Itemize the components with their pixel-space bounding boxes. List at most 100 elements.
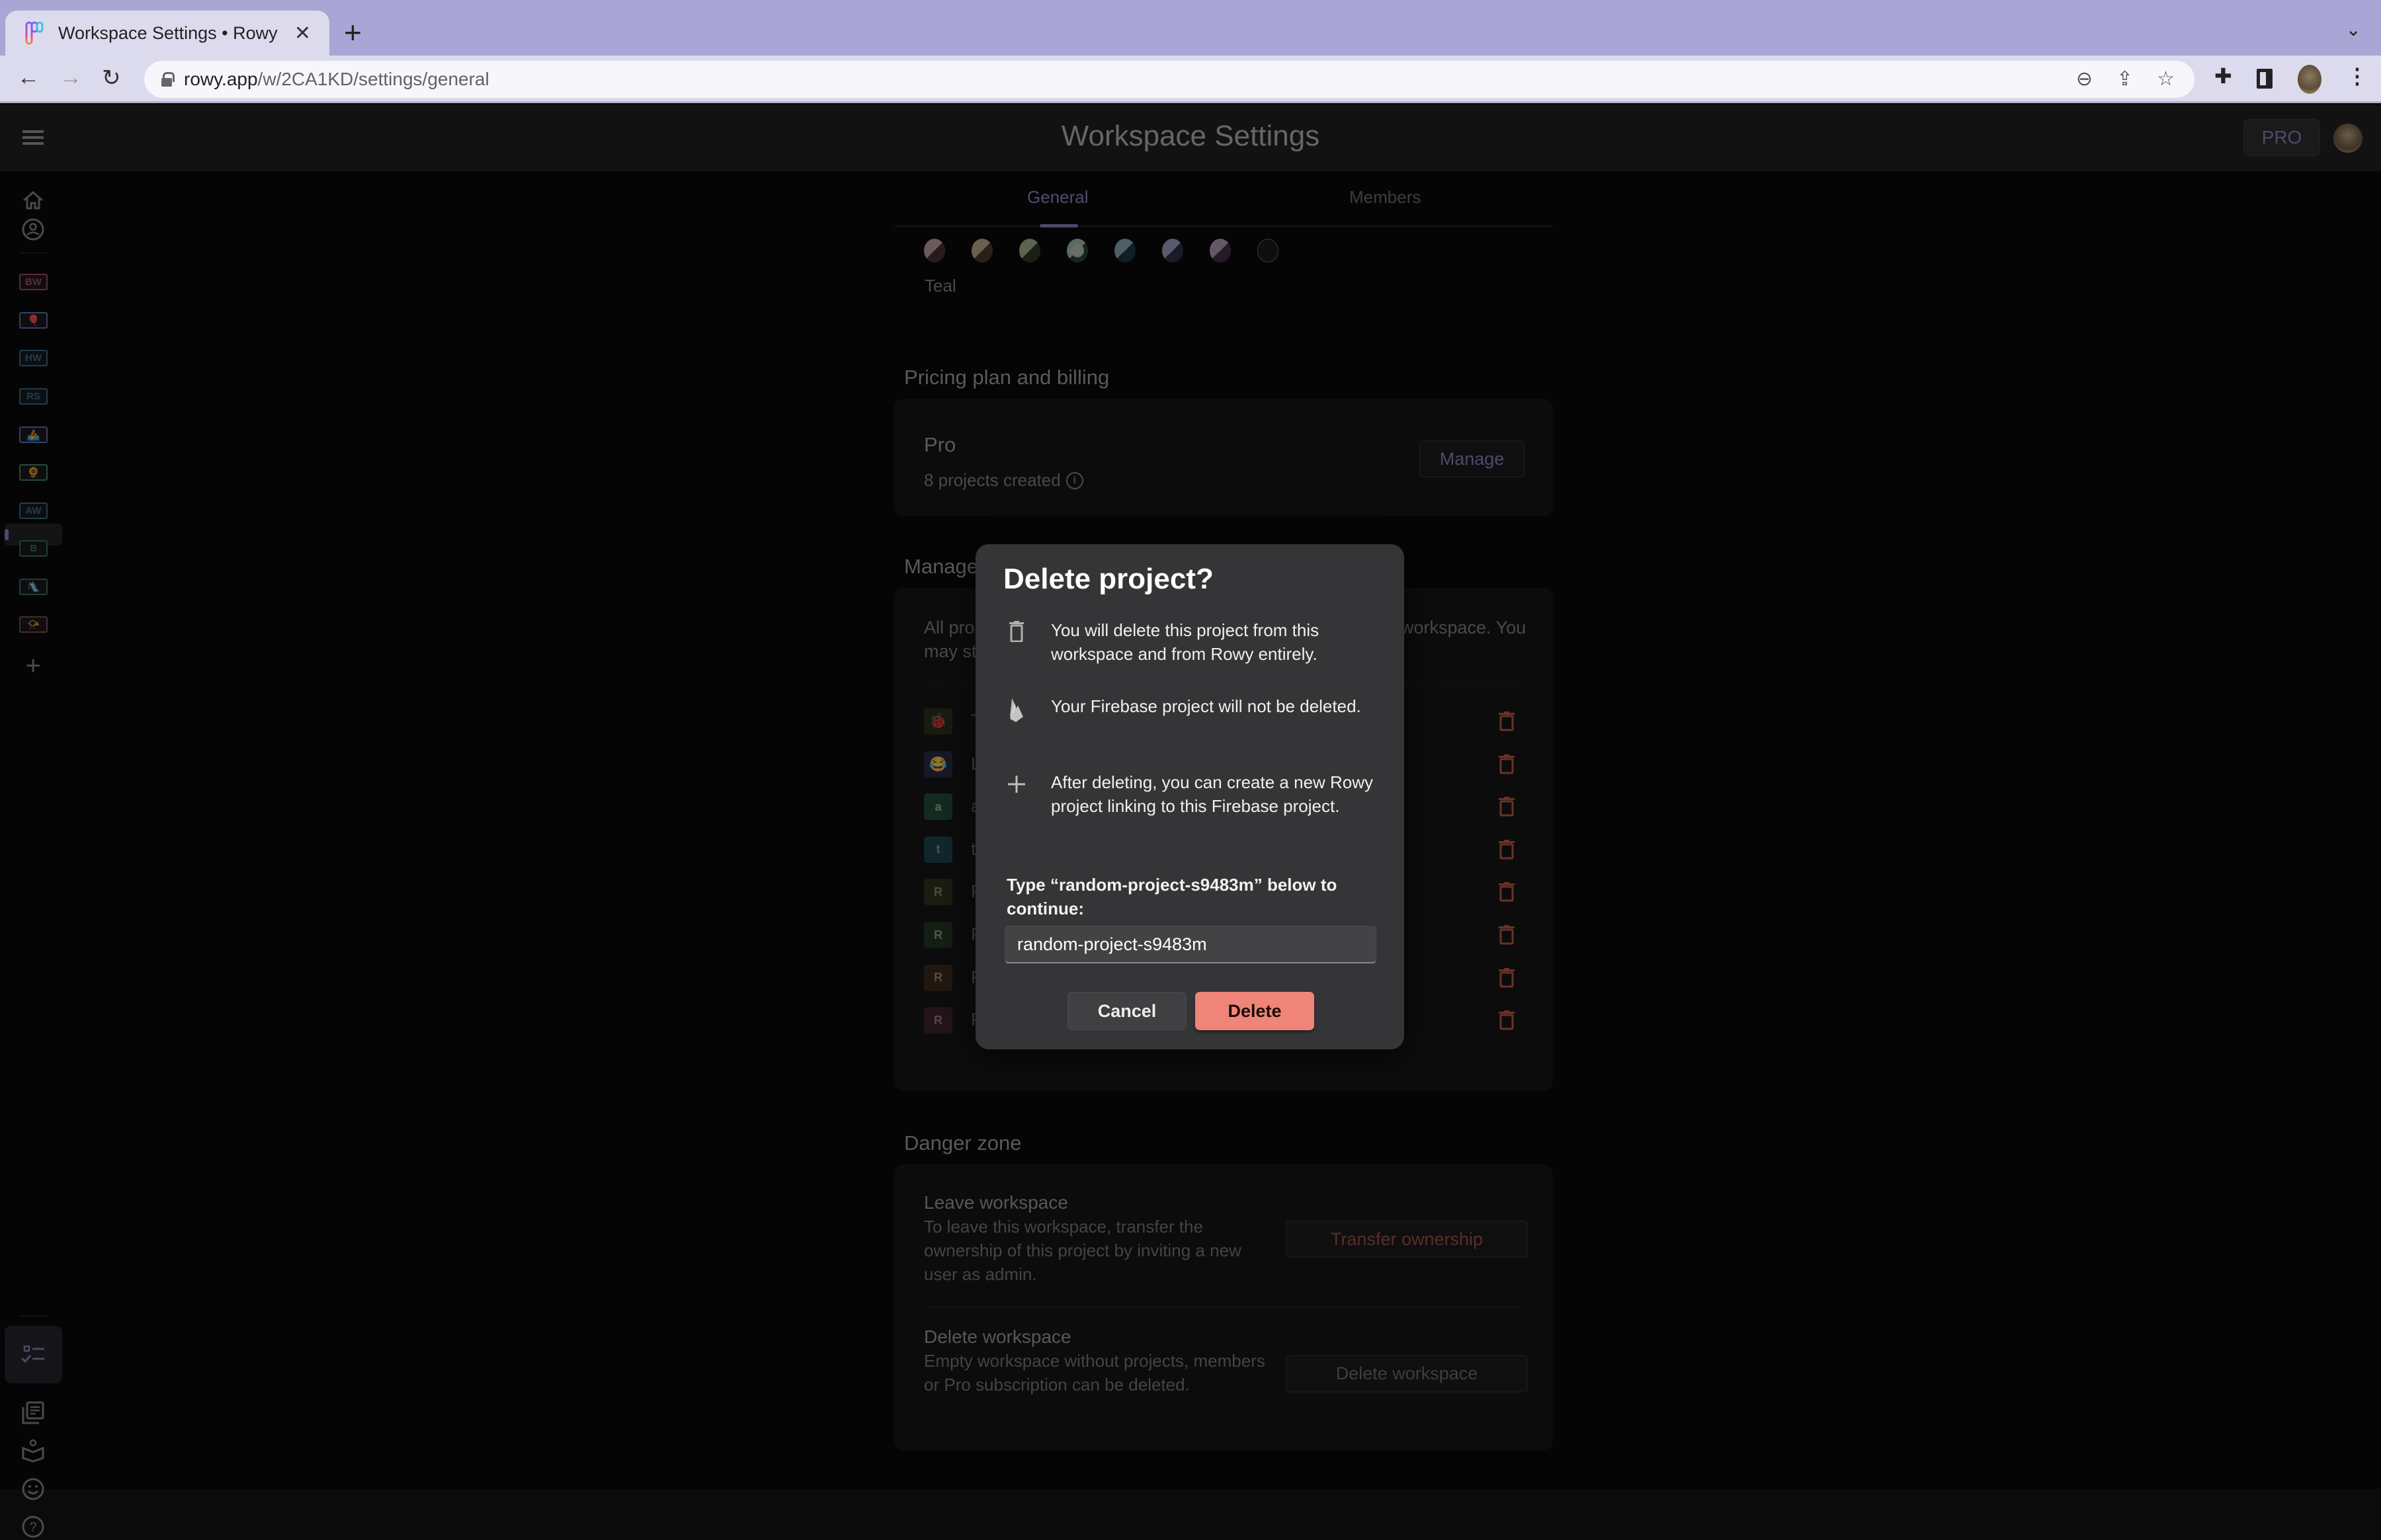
help-question-icon[interactable]: ?: [20, 1514, 46, 1540]
cancel-button[interactable]: Cancel: [1067, 992, 1187, 1030]
trash-icon: [1009, 621, 1024, 642]
delete-project-trash-icon[interactable]: [1499, 754, 1515, 774]
reload-icon[interactable]: ↻: [102, 65, 121, 91]
project-icon-glyph: R: [934, 1013, 942, 1027]
project-icon: R: [924, 922, 952, 948]
workspace-label: BW: [25, 276, 42, 288]
extensions-puzzle-icon[interactable]: ✚: [2214, 63, 2232, 89]
back-arrow-icon[interactable]: ←: [17, 65, 40, 91]
delete-project-trash-icon[interactable]: [1499, 882, 1515, 902]
browser-profile-avatar[interactable]: [2298, 65, 2321, 94]
sidebar-workspace-7[interactable]: B: [19, 540, 48, 557]
page-title: Workspace Settings: [1061, 120, 1320, 152]
sidebar-workspace-9[interactable]: 📯: [19, 616, 48, 633]
color-swatch-red[interactable]: [924, 239, 945, 263]
project-icon: R: [924, 879, 952, 906]
sidebar-workspace-8[interactable]: 🛝: [19, 579, 48, 595]
feedback-smiley-icon[interactable]: [20, 1476, 46, 1502]
project-icon: a: [924, 793, 952, 821]
app-header: Workspace Settings PRO: [0, 105, 2381, 171]
share-icon[interactable]: ⇪: [2116, 67, 2133, 91]
info-icon[interactable]: i: [1065, 471, 1083, 489]
sidebar-workspace-5[interactable]: 🌻: [19, 464, 48, 481]
workspace-label: 🎈: [26, 315, 40, 327]
checklist-button[interactable]: [5, 1326, 62, 1383]
delete-workspace-button[interactable]: Delete workspace: [1286, 1355, 1528, 1393]
project-icon: 🐞: [924, 708, 952, 735]
dialog-item-firebase: Your Firebase project will not be delete…: [1003, 694, 1380, 723]
delete-button[interactable]: Delete: [1195, 992, 1314, 1030]
home-icon[interactable]: [20, 187, 46, 214]
sidebar: BW 🎈 HW RS 🚣 🌻 AW B 🛝 📯 + ?: [0, 171, 63, 1538]
dialog-item-text: You will delete this project from this w…: [1051, 620, 1319, 664]
sidebar-workspace-6[interactable]: AW: [19, 503, 48, 519]
project-icon-glyph: R: [934, 971, 942, 985]
sidebar-workspace-4[interactable]: 🚣: [19, 426, 48, 443]
docs-library-icon[interactable]: [20, 1400, 46, 1426]
user-avatar[interactable]: [2333, 124, 2362, 153]
account-circle-icon[interactable]: [20, 216, 46, 243]
close-tab-icon[interactable]: ✕: [294, 22, 311, 45]
tab-search-chevron-icon[interactable]: ⌄: [2346, 19, 2361, 40]
plan-name: Pro: [924, 433, 956, 456]
dialog-item-text: Your Firebase project will not be delete…: [1051, 696, 1361, 716]
confirm-project-name-input[interactable]: [1005, 926, 1376, 963]
project-icon-glyph: t: [936, 842, 940, 856]
delete-project-trash-icon[interactable]: [1499, 839, 1515, 860]
pro-plan-button[interactable]: PRO: [2243, 119, 2320, 156]
workspace-label: 🚣: [26, 429, 40, 441]
color-swatch-green[interactable]: [1019, 239, 1040, 263]
color-swatch-orange[interactable]: [972, 239, 993, 263]
project-icon-glyph: 🐞: [929, 713, 948, 729]
address-bar[interactable]: rowy.app/w/2CA1KD/settings/general ⊖ ⇪ ☆: [144, 61, 2194, 98]
manage-description-line1-end: workspace. You: [1401, 618, 1526, 637]
side-panel-icon[interactable]: [2257, 69, 2273, 89]
color-swatch-teal[interactable]: [1067, 239, 1088, 263]
firebase-icon: [1010, 698, 1023, 722]
workspace-label: 📯: [26, 619, 40, 631]
leave-workspace-title: Leave workspace: [924, 1192, 1068, 1213]
project-icon-glyph: R: [934, 928, 942, 942]
delete-project-trash-icon[interactable]: [1499, 925, 1515, 945]
workspace-label: B: [30, 543, 37, 554]
sidebar-workspace-3[interactable]: RS: [19, 388, 48, 405]
transfer-ownership-button[interactable]: Transfer ownership: [1286, 1221, 1528, 1258]
manage-description-line2: may st: [924, 641, 977, 661]
delete-project-trash-icon[interactable]: [1499, 711, 1515, 731]
project-icon-glyph: a: [935, 799, 942, 813]
dialog-item-create: After deleting, you can create a new Row…: [1003, 770, 1380, 818]
project-icon-glyph: 😂: [929, 755, 948, 772]
browser-tab-strip: Workspace Settings • Rowy ✕ + ⌄: [0, 0, 2381, 56]
color-swatch-purple[interactable]: [1210, 239, 1231, 263]
browser-tab-active[interactable]: Workspace Settings • Rowy ✕: [5, 11, 329, 56]
project-icon: R: [924, 1007, 952, 1034]
color-swatch-blue[interactable]: [1162, 239, 1183, 263]
sidebar-workspace-1[interactable]: 🎈: [19, 312, 48, 329]
workspace-label: 🛝: [26, 581, 40, 593]
manage-billing-button[interactable]: Manage: [1419, 440, 1525, 477]
rowy-favicon-icon: [25, 21, 44, 45]
sidebar-workspace-0[interactable]: BW: [19, 274, 48, 290]
delete-project-trash-icon[interactable]: [1499, 1010, 1515, 1030]
learning-reader-icon[interactable]: [20, 1438, 46, 1464]
lock-icon[interactable]: [161, 72, 175, 87]
sidebar-workspace-2[interactable]: HW: [19, 350, 48, 366]
danger-zone-card: Leave workspace To leave this workspace,…: [894, 1164, 1553, 1450]
selected-color-label: Teal: [925, 276, 956, 296]
delete-project-trash-icon[interactable]: [1499, 797, 1515, 817]
workspace-label: 🌻: [26, 467, 40, 479]
project-icon: 😂: [924, 750, 952, 778]
bookmark-star-icon[interactable]: ☆: [2157, 67, 2175, 91]
danger-zone-title: Danger zone: [904, 1131, 1022, 1155]
delete-project-trash-icon[interactable]: [1499, 967, 1515, 988]
leave-workspace-desc: To leave this workspace, transfer the ow…: [924, 1217, 1241, 1284]
forward-arrow-icon[interactable]: →: [60, 65, 82, 91]
browser-menu-kebab-icon[interactable]: ⋮: [2347, 63, 2368, 89]
color-swatch-cyan[interactable]: [1114, 239, 1136, 263]
dialog-title: Delete project?: [1003, 563, 1214, 595]
color-swatch-none[interactable]: [1257, 239, 1278, 263]
zoom-out-icon[interactable]: ⊖: [2076, 67, 2093, 91]
new-tab-plus-icon[interactable]: +: [344, 15, 362, 50]
projects-created-text: 8 projects created: [924, 470, 1061, 490]
add-workspace-plus-icon[interactable]: +: [20, 651, 46, 680]
